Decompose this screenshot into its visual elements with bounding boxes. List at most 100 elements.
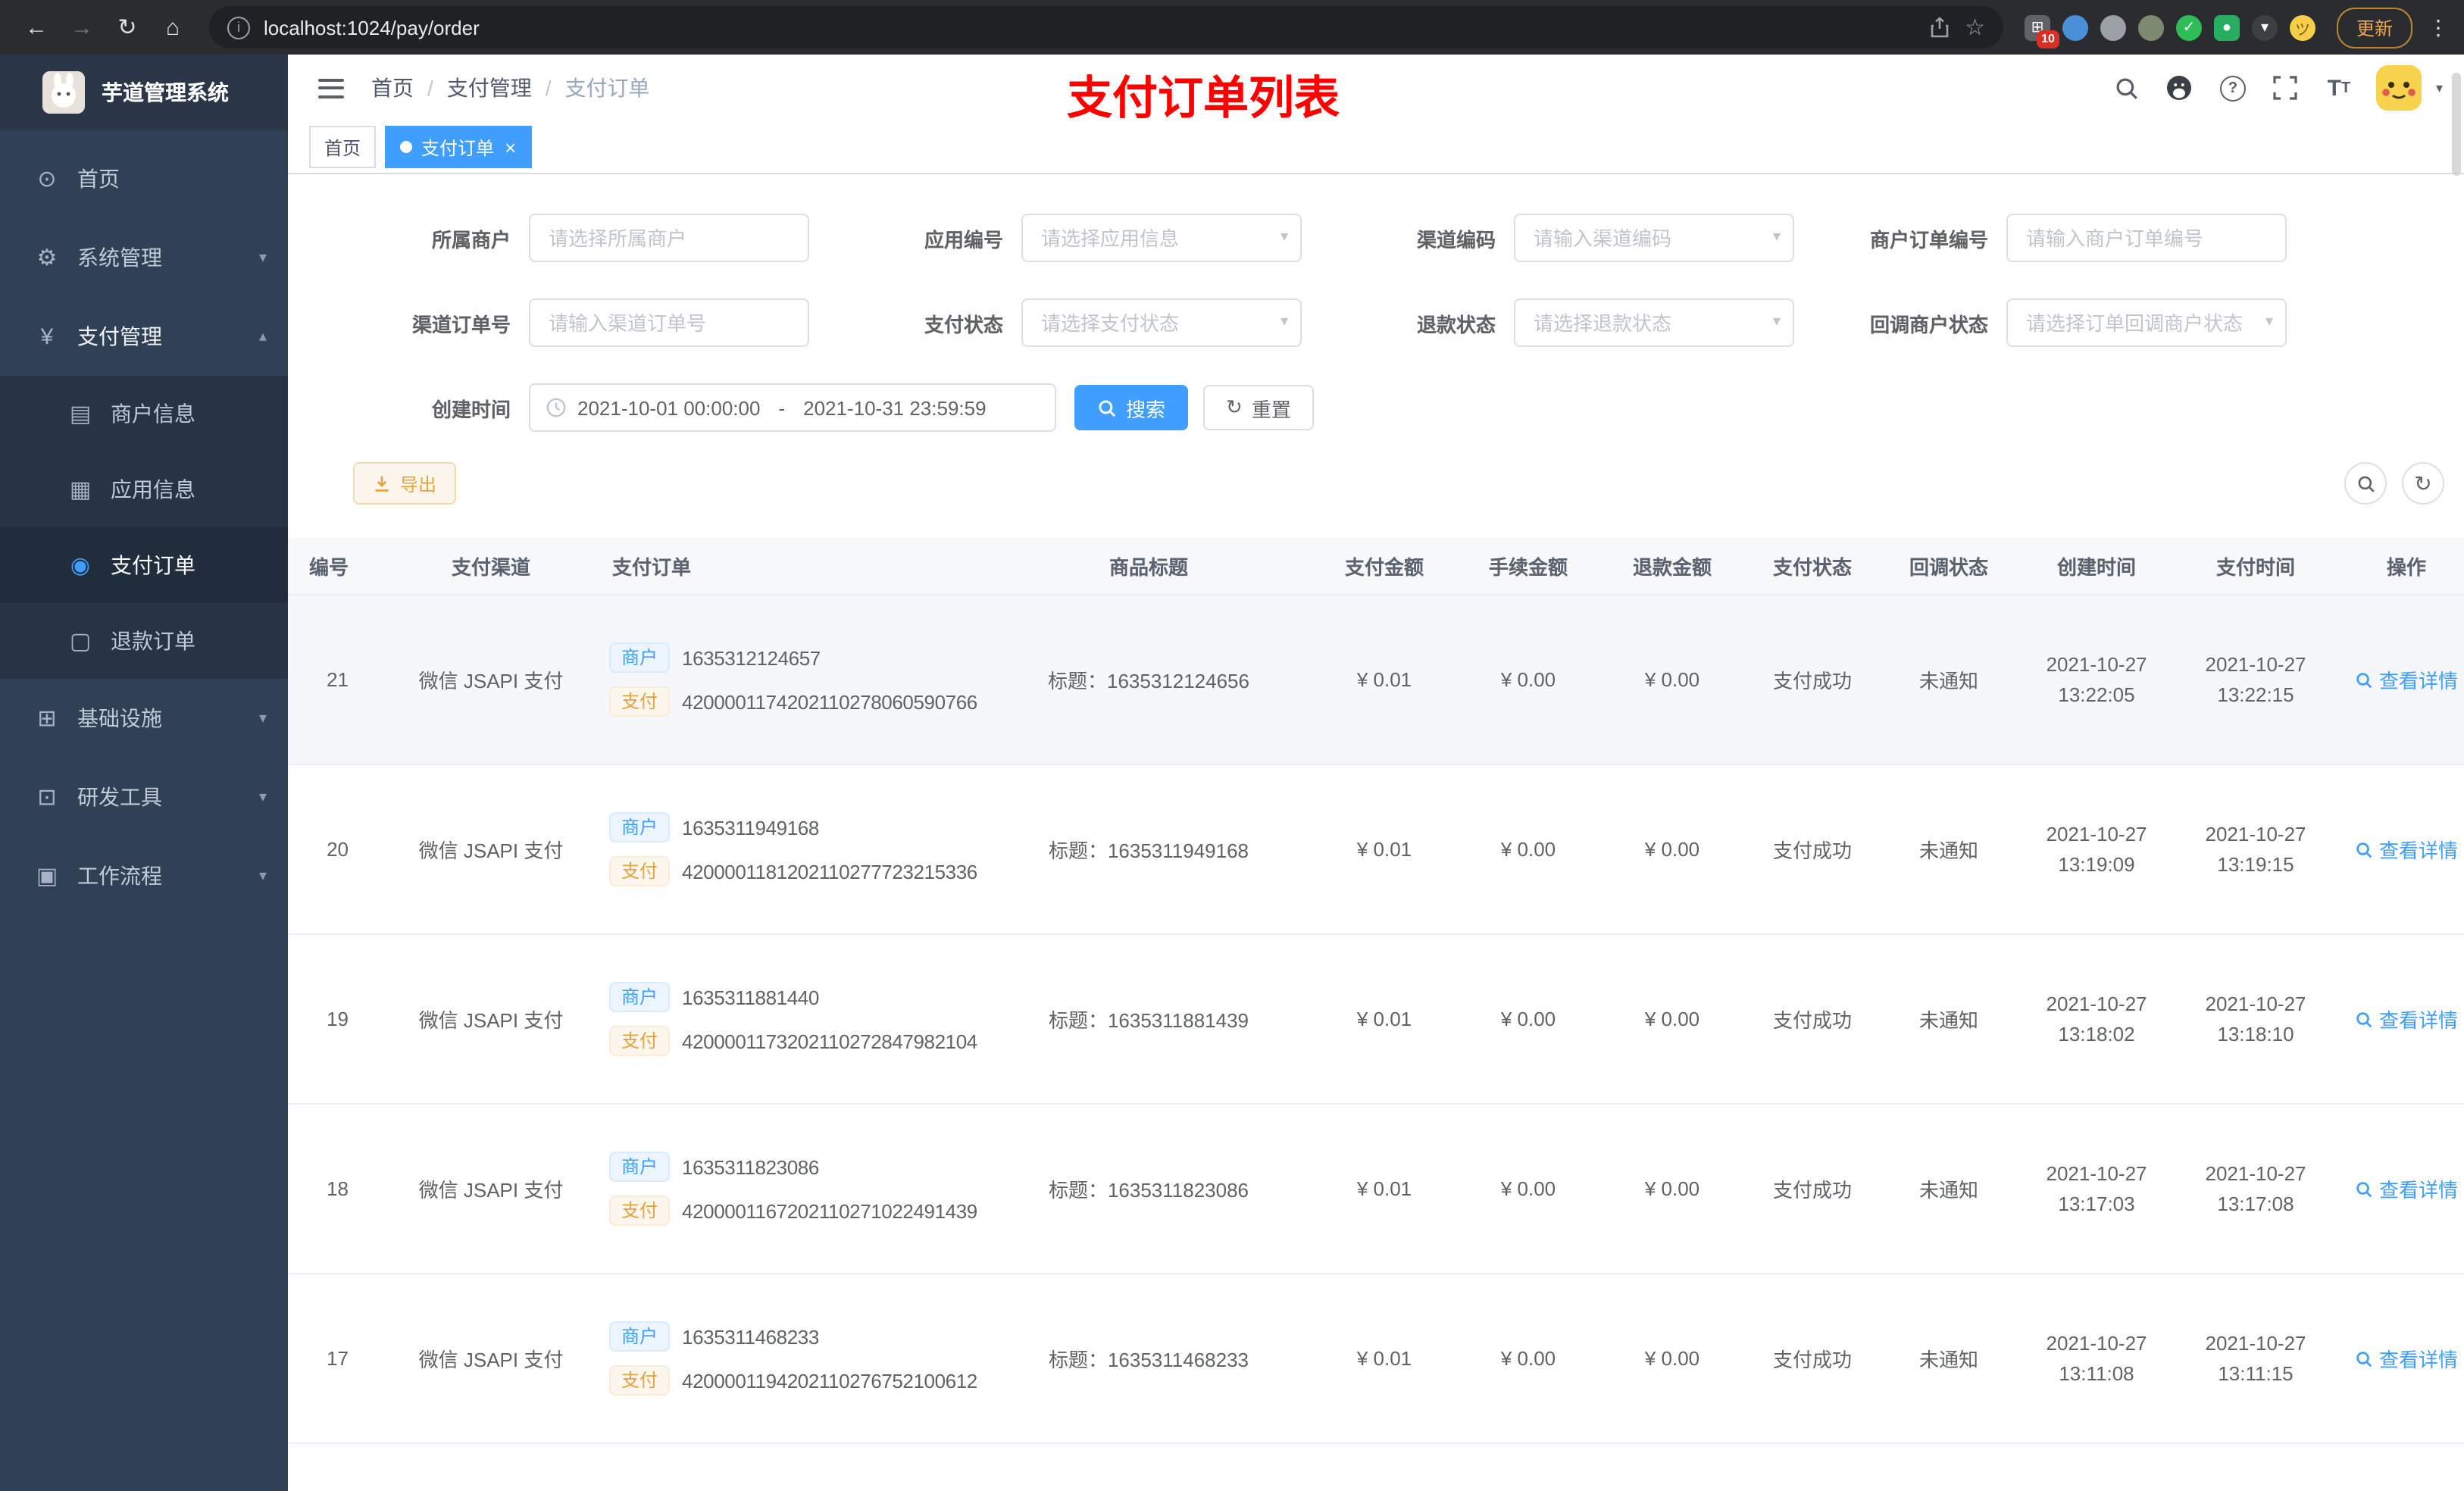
- navbar-actions: ? TT ▾: [2112, 65, 2443, 111]
- extension-grid-icon[interactable]: ⊞ 10: [2024, 14, 2059, 48]
- breadcrumb-pay-order: 支付订单: [564, 76, 650, 100]
- reset-button[interactable]: ↻ 重置: [1203, 385, 1314, 430]
- sidebar-item-payment[interactable]: ¥ 支付管理 ▴: [0, 297, 288, 376]
- chevron-down-icon[interactable]: ▾: [2436, 80, 2443, 96]
- site-info-icon[interactable]: i: [227, 16, 250, 39]
- sidebar-item-pay-order[interactable]: ◉ 支付订单: [0, 527, 288, 603]
- sidebar-item-home[interactable]: ⊙ 首页: [0, 139, 288, 218]
- cell-pay-status: 支付成功: [1772, 1349, 1852, 1371]
- pay-tag: 支付: [609, 1026, 671, 1056]
- table-row: 21 微信 JSAPI 支付 商户 1635312124657 支付 42000…: [288, 595, 2464, 765]
- browser-back-icon[interactable]: ←: [15, 6, 58, 48]
- date-start-value[interactable]: 2021-10-01 00:00:00: [577, 396, 760, 419]
- cell-actions: 查看详情: [2335, 1005, 2464, 1033]
- browser-menu-icon[interactable]: ⋮: [2428, 14, 2449, 40]
- tab-pay-order[interactable]: 支付订单 ×: [385, 126, 532, 168]
- search-icon: [2356, 1181, 2372, 1197]
- refresh-table-button[interactable]: ↻: [2402, 462, 2444, 505]
- tab-close-icon[interactable]: ×: [505, 137, 516, 157]
- merchant-filter-input[interactable]: [529, 214, 809, 262]
- hamburger-menu-icon[interactable]: [318, 78, 344, 98]
- sidebar-item-merchant-info[interactable]: ▤ 商户信息: [0, 376, 288, 452]
- app-id-select-field[interactable]: [1021, 214, 1302, 262]
- filter-label-merchant: 所属商户: [431, 228, 511, 251]
- browser-update-button[interactable]: 更新: [2336, 7, 2412, 48]
- user-avatar[interactable]: [2376, 65, 2422, 111]
- channel-code-field[interactable]: [1514, 214, 1794, 262]
- address-bar[interactable]: i localhost:1024/pay/order ☆: [209, 6, 2003, 48]
- share-icon[interactable]: [1928, 17, 1950, 38]
- profile-avatar-icon[interactable]: ツ: [2289, 14, 2315, 40]
- bookmark-star-icon[interactable]: ☆: [1965, 14, 1985, 41]
- breadcrumb-pay-manage[interactable]: 支付管理: [447, 73, 532, 103]
- refund-status-select[interactable]: ▾: [1514, 299, 1794, 347]
- channel-order-no-field[interactable]: [529, 299, 809, 347]
- search-icon: [1099, 399, 1116, 417]
- cell-fee: ¥ 0.00: [1500, 1008, 1556, 1030]
- cell-id: 19: [327, 1008, 349, 1030]
- merchant-filter-field[interactable]: [529, 214, 809, 262]
- browser-forward-icon[interactable]: →: [61, 6, 103, 48]
- table-row: 19 微信 JSAPI 支付 商户 1635311881440 支付 42000…: [288, 935, 2464, 1105]
- view-detail-link[interactable]: 查看详情: [2355, 1344, 2458, 1373]
- cell-refund: ¥ 0.00: [1644, 838, 1700, 861]
- channel-code-select[interactable]: ▾: [1514, 214, 1794, 262]
- toolbox-icon: ⊡: [37, 785, 57, 811]
- toggle-search-button[interactable]: [2344, 462, 2387, 505]
- card-icon: ▤: [69, 402, 92, 427]
- sidebar: 芋道管理系统 ⊙ 首页 ⚙ 系统管理 ▾ ¥ 支付管理 ▴ ▤ 商户信息 ▦ 应…: [0, 55, 288, 1491]
- sidebar-item-workflow[interactable]: ▣ 工作流程 ▾: [0, 836, 288, 915]
- cell-title: 标题：1635311468233: [1048, 1349, 1249, 1371]
- date-end-value[interactable]: 2021-10-31 23:59:59: [803, 396, 986, 419]
- pay-status-select[interactable]: ▾: [1021, 299, 1302, 347]
- view-detail-link[interactable]: 查看详情: [2355, 665, 2458, 694]
- pay-status-field[interactable]: [1021, 299, 1302, 347]
- extension-gray-icon[interactable]: [2100, 14, 2126, 40]
- browser-reload-icon[interactable]: ↻: [106, 6, 149, 48]
- cell-refund: ¥ 0.00: [1644, 1177, 1700, 1200]
- export-button[interactable]: 导出: [353, 462, 457, 505]
- sidebar-item-system[interactable]: ⚙ 系统管理 ▾: [0, 218, 288, 297]
- filter-label-refund-status: 退款状态: [1416, 313, 1496, 336]
- merchant-order-no-input[interactable]: [2006, 214, 2287, 262]
- cell-pay-order: 商户 1635311949168 支付 42000011812021102777…: [609, 812, 985, 886]
- refund-status-field[interactable]: [1514, 299, 1794, 347]
- extension-check-icon[interactable]: ✓: [2175, 14, 2202, 40]
- app-id-select[interactable]: ▾: [1021, 214, 1302, 262]
- cell-refund: ¥ 0.00: [1644, 1347, 1700, 1370]
- help-icon[interactable]: ?: [2218, 73, 2248, 103]
- view-detail-link[interactable]: 查看详情: [2355, 1174, 2458, 1203]
- cell-fee: ¥ 0.00: [1500, 1177, 1556, 1200]
- channel-order-no-input[interactable]: [529, 299, 809, 347]
- github-icon[interactable]: [2165, 73, 2195, 103]
- tab-home[interactable]: 首页: [309, 126, 377, 168]
- view-detail-link[interactable]: 查看详情: [2355, 835, 2458, 864]
- orders-table: 编号 支付渠道 支付订单 商品标题 支付金额 手续金额 退款金额 支付状态 回调…: [288, 538, 2464, 1491]
- font-size-icon[interactable]: TT: [2324, 73, 2354, 103]
- extension-chat-icon[interactable]: ●: [2213, 14, 2240, 40]
- app-logo[interactable]: 芋道管理系统: [0, 55, 288, 130]
- scrollbar-thumb[interactable]: [2452, 73, 2461, 176]
- fullscreen-icon[interactable]: [2271, 73, 2301, 103]
- sidebar-item-infrastructure[interactable]: ⊞ 基础设施 ▾: [0, 679, 288, 758]
- filter-label-app-id: 应用编号: [924, 228, 1003, 251]
- sidebar-item-refund-order[interactable]: ▢ 退款订单: [0, 603, 288, 679]
- notify-status-select[interactable]: ▾: [2006, 299, 2287, 347]
- cell-id: 20: [327, 838, 349, 861]
- sidebar-item-app-info[interactable]: ▦ 应用信息: [0, 452, 288, 527]
- date-range-picker[interactable]: 2021-10-01 00:00:00 - 2021-10-31 23:59:5…: [529, 383, 1056, 432]
- notify-status-field[interactable]: [2006, 299, 2287, 347]
- app-frame: 芋道管理系统 ⊙ 首页 ⚙ 系统管理 ▾ ¥ 支付管理 ▴ ▤ 商户信息 ▦ 应…: [0, 55, 2464, 1491]
- sidebar-item-devtools[interactable]: ⊡ 研发工具 ▾: [0, 758, 288, 836]
- search-icon[interactable]: [2112, 73, 2142, 103]
- view-detail-link[interactable]: 查看详情: [2355, 1005, 2458, 1033]
- merchant-tag: 商户: [609, 642, 671, 673]
- top-navbar: 首页 / 支付管理 / 支付订单 ? T T ▾: [288, 55, 2464, 121]
- breadcrumb-home[interactable]: 首页: [371, 73, 414, 103]
- merchant-order-no-field[interactable]: [2006, 214, 2287, 262]
- extension-pin-icon[interactable]: ▾: [2251, 14, 2278, 40]
- extension-drop-icon[interactable]: [2062, 14, 2088, 40]
- search-button[interactable]: 搜索: [1074, 385, 1189, 430]
- browser-home-icon[interactable]: ⌂: [152, 6, 194, 48]
- extension-olive-icon[interactable]: [2137, 14, 2164, 40]
